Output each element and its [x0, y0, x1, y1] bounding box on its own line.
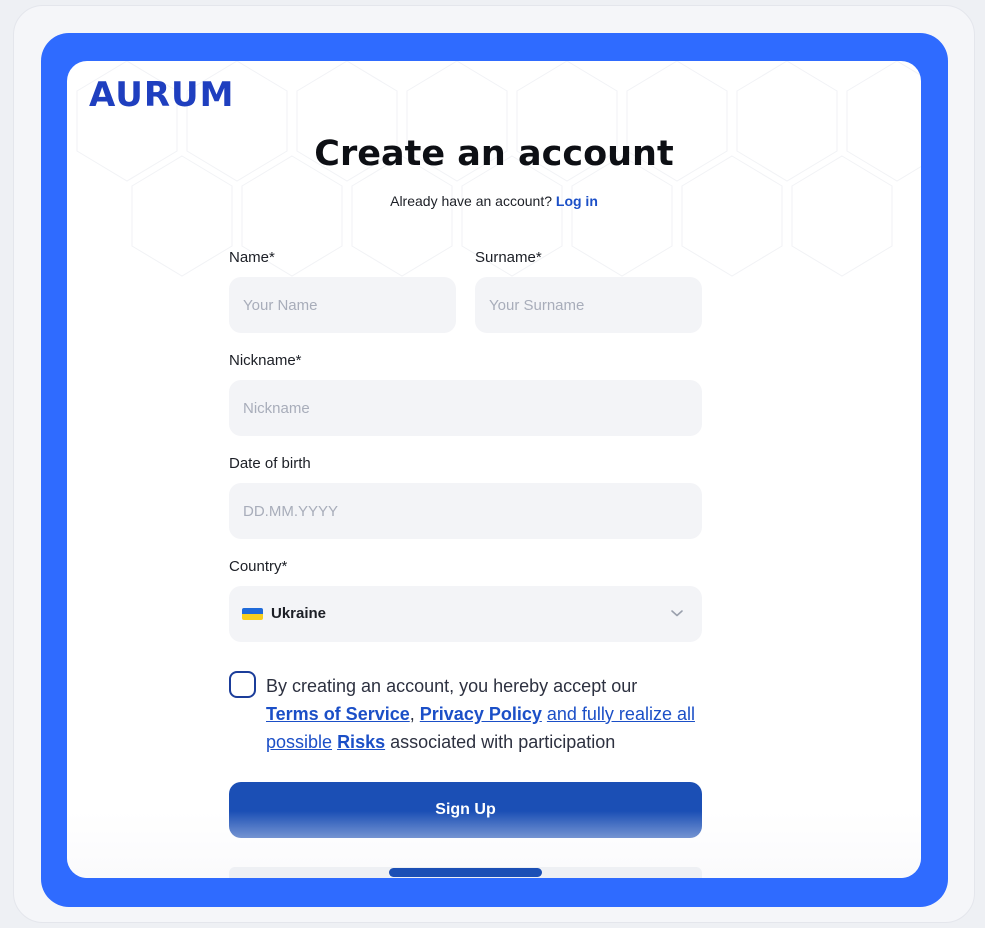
country-selected-value: Ukraine: [271, 605, 327, 622]
login-link[interactable]: Log in: [556, 193, 598, 209]
terms-suffix: associated with participation: [390, 732, 616, 752]
terms-checkbox[interactable]: [229, 671, 256, 698]
chevron-down-icon: [671, 610, 683, 617]
dob-label: Date of birth: [229, 455, 311, 472]
terms-text: By creating an account, you hereby accep…: [266, 672, 716, 756]
risks-link[interactable]: Risks: [337, 732, 385, 752]
country-label: Country*: [229, 558, 288, 575]
scroll-indicator[interactable]: [389, 868, 542, 877]
surname-label: Surname*: [475, 249, 542, 266]
terms-prefix: By creating an account, you hereby accep…: [266, 676, 638, 696]
signup-card: AURUM Create an account Already have an …: [67, 61, 921, 878]
dob-input[interactable]: [229, 483, 702, 539]
login-prompt: Already have an account? Log in: [67, 193, 921, 209]
country-select[interactable]: Ukraine: [229, 586, 702, 642]
terms-comma: ,: [409, 704, 415, 724]
terms-of-service-link[interactable]: Terms of Service: [266, 704, 410, 724]
ukraine-flag-icon: [242, 608, 263, 620]
login-prompt-text: Already have an account?: [390, 193, 552, 209]
sign-up-button[interactable]: Sign Up: [229, 782, 702, 838]
aurum-logo[interactable]: AURUM: [89, 75, 235, 115]
privacy-policy-link[interactable]: Privacy Policy: [420, 704, 542, 724]
nickname-input[interactable]: [229, 380, 702, 436]
name-input[interactable]: [229, 277, 456, 333]
surname-input[interactable]: [475, 277, 702, 333]
name-label: Name*: [229, 249, 275, 266]
nickname-label: Nickname*: [229, 352, 302, 369]
page-title: Create an account: [314, 134, 674, 174]
